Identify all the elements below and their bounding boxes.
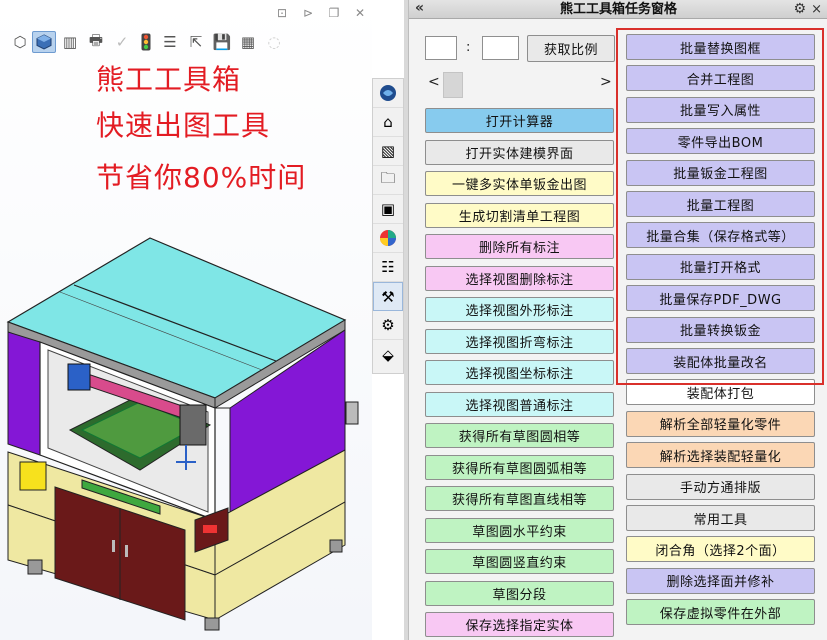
left-button-2[interactable]: 一键多实体单钣金出图 xyxy=(425,171,614,196)
left-button-8[interactable]: 选择视图坐标标注 xyxy=(425,360,614,385)
left-button-4[interactable]: 删除所有标注 xyxy=(425,234,614,259)
right-button-15[interactable]: 常用工具 xyxy=(626,505,815,531)
right-button-14[interactable]: 手动方通排版 xyxy=(626,473,815,500)
right-button-12[interactable]: 解析全部轻量化零件 xyxy=(626,410,815,437)
add-in-icon[interactable]: ⬙ xyxy=(373,340,403,369)
left-button-1[interactable]: 打开实体建模界面 xyxy=(425,139,614,165)
scroll-thumb[interactable] xyxy=(443,72,463,98)
left-button-10[interactable]: 获得所有草图圆相等 xyxy=(425,423,614,448)
left-button-6[interactable]: 选择视图外形标注 xyxy=(425,297,614,322)
left-button-9[interactable]: 选择视图普通标注 xyxy=(425,391,614,417)
right-button-18[interactable]: 保存虚拟零件在外部 xyxy=(626,599,815,626)
right-button-16[interactable]: 闭合角（选择2个面） xyxy=(626,536,815,563)
right-button-17[interactable]: 删除选择面并修补 xyxy=(626,567,815,594)
cad-model-machine[interactable] xyxy=(0,0,372,640)
settings-icon[interactable]: ⚙ xyxy=(373,311,403,340)
toolbox-icon[interactable]: ⚒ xyxy=(373,282,403,311)
graphics-viewport[interactable]: ⊡ ⊳ ❐ ✕ ⬡ ▥ 🖶 ✓ ☰ ⇱ 💾 ▦ ◌ 熊工工具箱 快速出图工具 节… xyxy=(0,0,372,640)
task-pane-tabs: ⌂ ▧ 🗀 ▣ ☷ ⚒ ⚙ ⬙ xyxy=(372,78,404,374)
gear-icon[interactable]: ⚙ xyxy=(793,0,806,19)
left-button-7[interactable]: 选择视图折弯标注 xyxy=(425,328,614,354)
left-button-5[interactable]: 选择视图删除标注 xyxy=(425,265,614,291)
left-button-11[interactable]: 获得所有草图圆弧相等 xyxy=(425,454,614,480)
home-icon[interactable]: ⌂ xyxy=(373,108,403,137)
get-ratio-button[interactable]: 获取比例 xyxy=(527,35,615,62)
ratio-left-input[interactable] xyxy=(425,36,457,60)
scroll-right-icon[interactable]: > xyxy=(600,74,612,90)
view-palette-icon[interactable]: ▣ xyxy=(373,195,403,224)
left-button-16[interactable]: 保存选择指定实体 xyxy=(425,612,614,637)
left-button-0[interactable]: 打开计算器 xyxy=(425,108,614,133)
left-button-15[interactable]: 草图分段 xyxy=(425,580,614,606)
file-explorer-icon[interactable]: 🗀 xyxy=(373,166,403,195)
close-pane-icon[interactable]: × xyxy=(811,0,822,19)
custom-properties-icon[interactable]: ☷ xyxy=(373,253,403,282)
solidworks-resources-icon[interactable] xyxy=(373,79,403,108)
design-library-icon[interactable]: ▧ xyxy=(373,137,403,166)
left-button-14[interactable]: 草图圆竖直约束 xyxy=(425,549,614,574)
ratio-right-input[interactable] xyxy=(482,36,519,60)
horizontal-scrollbar[interactable]: < > xyxy=(420,72,616,98)
right-button-13[interactable]: 解析选择装配轻量化 xyxy=(626,442,815,469)
left-button-13[interactable]: 草图圆水平约束 xyxy=(425,517,614,543)
left-button-12[interactable]: 获得所有草图直线相等 xyxy=(425,486,614,511)
scroll-left-icon[interactable]: < xyxy=(428,74,440,90)
task-pane-title-bar: « 熊工工具箱任务窗格 ⚙ × xyxy=(409,0,827,19)
app-window: ⊡ ⊳ ❐ ✕ ⬡ ▥ 🖶 ✓ ☰ ⇱ 💾 ▦ ◌ 熊工工具箱 快速出图工具 节… xyxy=(0,0,827,640)
left-button-3[interactable]: 生成切割清单工程图 xyxy=(425,202,614,228)
appearances-icon[interactable] xyxy=(373,224,403,253)
task-pane-title: 熊工工具箱任务窗格 xyxy=(559,2,677,17)
ratio-colon: : xyxy=(466,40,471,55)
highlight-box xyxy=(616,28,824,385)
